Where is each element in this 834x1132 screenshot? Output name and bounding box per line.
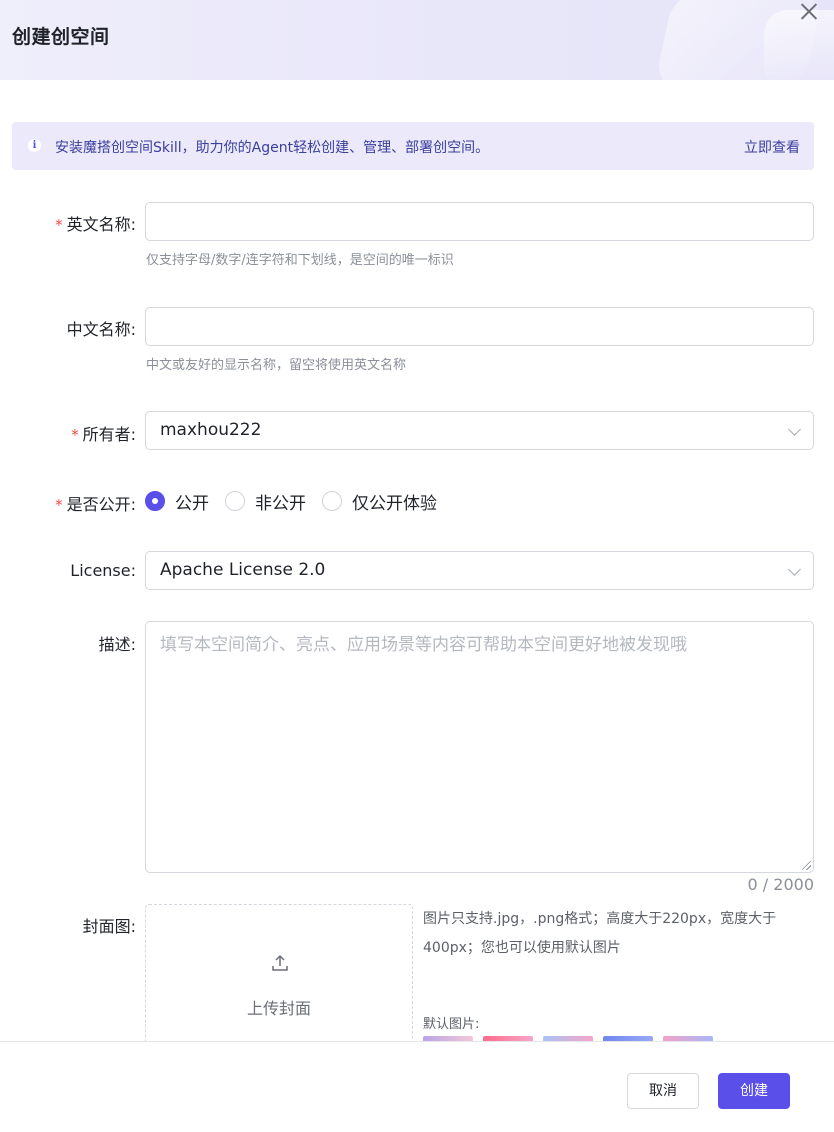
chinese-name-hint: 中文或友好的显示名称，留空将使用英文名称 [146,358,407,373]
cover-upload-area[interactable]: 上传封面 [145,904,413,1054]
license-select[interactable]: Apache License 2.0 [145,551,814,590]
description-placeholder: 填写本空间简介、亮点、应用场景等内容可帮助本空间更好地被发现哦 [160,635,687,655]
cover-hint: 图片只支持.jpg，.png格式；高度大于220px，宽度大于400px；您也可… [423,911,777,956]
description-char-counter: 0 / 2000 [747,875,814,894]
notice-text: 安装魔搭创空间Skill，助力你的Agent轻松创建、管理、部署创空间。 [55,140,490,156]
upload-cover-text: 上传封面 [246,999,311,1018]
dialog-title: 创建创空间 [12,26,110,48]
english-name-hint: 仅支持字母/数字/连字符和下划线，是空间的唯一标识 [146,253,454,268]
radio-checked-icon [145,491,165,511]
dialog-header: 创建创空间 [0,0,834,80]
close-icon[interactable] [800,2,818,20]
default-images-label: 默认图片: [423,1017,480,1032]
visibility-option-public-trial[interactable]: 仅公开体验 [322,489,437,514]
skill-notice-banner: i 安装魔搭创空间Skill，助力你的Agent轻松创建、管理、部署创空间。 立… [12,122,814,170]
required-mark: * [55,216,63,234]
dialog-footer: 取消 创建 [0,1041,834,1132]
resize-handle-icon[interactable] [802,861,811,870]
cover-label: 封面图: [82,917,136,936]
chevron-down-icon [788,423,801,436]
chevron-down-icon [788,563,801,576]
radio-unchecked-icon [225,491,245,511]
notice-view-link[interactable]: 立即查看 [744,137,800,157]
owner-label: * 所有者: [71,425,136,444]
visibility-option-private[interactable]: 非公开 [225,489,306,514]
description-label: 描述: [98,635,136,654]
chinese-name-label: 中文名称: [66,320,136,339]
visibility-option-public[interactable]: 公开 [145,489,209,514]
visibility-radio-group: 公开 非公开 仅公开体验 [145,489,453,514]
english-name-input[interactable] [145,202,814,241]
header-decoration-secondary [764,10,834,80]
info-icon: i [28,139,41,152]
radio-unchecked-icon [322,491,342,511]
cancel-button[interactable]: 取消 [627,1073,699,1109]
create-button[interactable]: 创建 [718,1073,790,1109]
required-mark: * [71,426,79,444]
description-textarea[interactable]: 填写本空间简介、亮点、应用场景等内容可帮助本空间更好地被发现哦 [145,621,814,873]
chinese-name-input[interactable] [145,307,814,346]
license-value: Apache License 2.0 [160,560,326,580]
required-mark: * [55,496,63,514]
license-label: License: [70,561,136,580]
owner-value: maxhou222 [160,420,262,440]
english-name-label: * 英文名称: [55,215,136,234]
owner-select[interactable]: maxhou222 [145,411,814,450]
upload-icon [272,954,288,971]
visibility-label: * 是否公开: [55,495,136,514]
